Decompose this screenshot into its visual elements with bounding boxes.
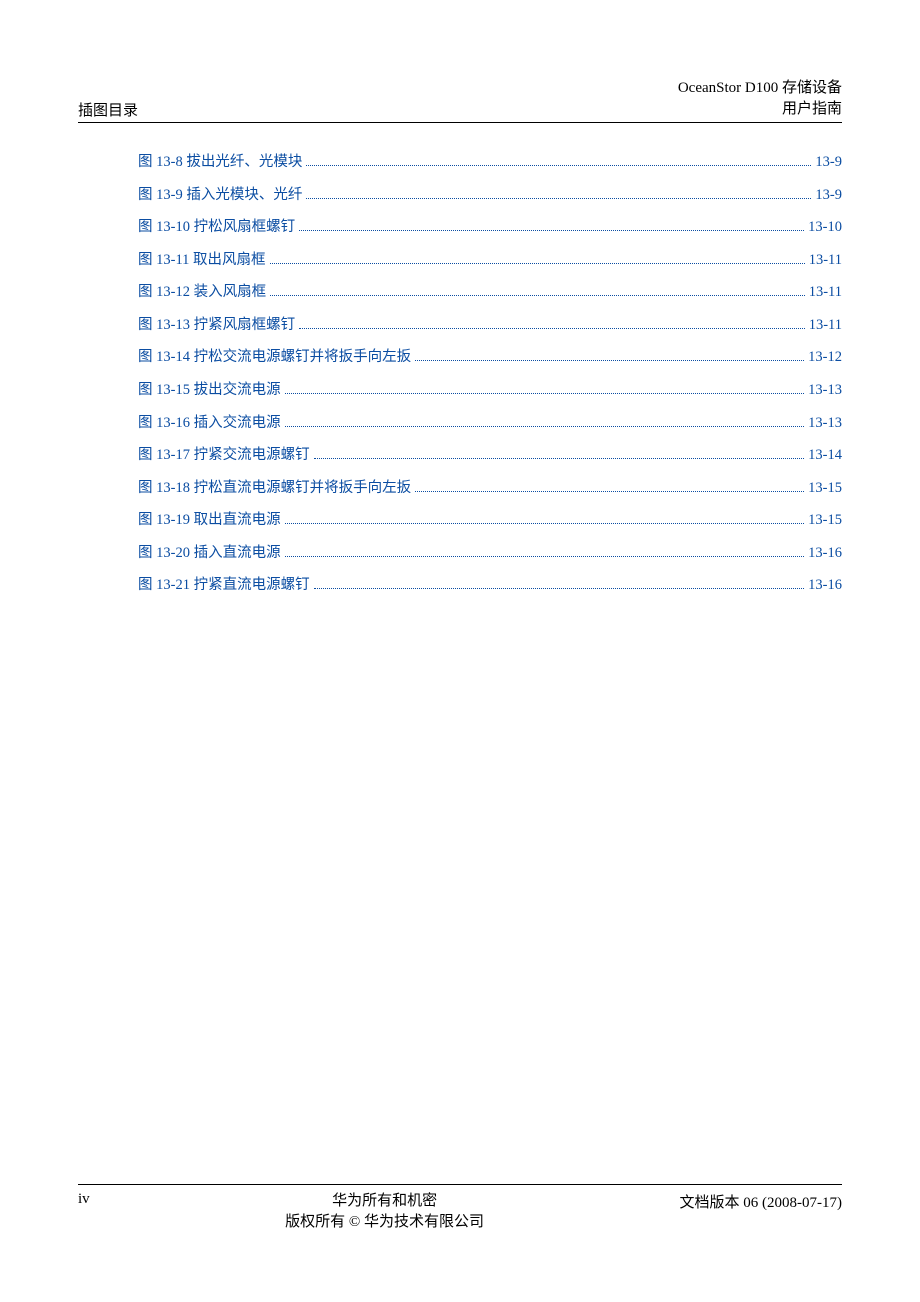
- toc-entry[interactable]: 图 13-17 拧紧交流电源螺钉 13-14: [138, 446, 842, 466]
- toc-page-number: 13-16: [808, 544, 842, 564]
- toc-leader-dots: [306, 198, 811, 199]
- toc-label: 图 13-14 拧松交流电源螺钉并将扳手向左扳: [138, 348, 411, 368]
- toc-label: 图 13-18 拧松直流电源螺钉并将扳手向左扳: [138, 479, 411, 499]
- footer-version: 文档版本 06 (2008-07-17): [680, 1191, 842, 1235]
- toc-page-number: 13-15: [808, 479, 842, 499]
- toc-leader-dots: [285, 556, 805, 557]
- footer-center-line1: 华为所有和机密: [285, 1191, 484, 1213]
- toc-leader-dots: [299, 328, 805, 329]
- toc-page-number: 13-15: [808, 511, 842, 531]
- toc-leader-dots: [270, 263, 805, 264]
- toc-page-number: 13-13: [808, 381, 842, 401]
- figure-toc-list: 图 13-8 拔出光纤、光模块 13-9 图 13-9 插入光模块、光纤 13-…: [78, 153, 842, 596]
- toc-entry[interactable]: 图 13-8 拔出光纤、光模块 13-9: [138, 153, 842, 173]
- toc-entry[interactable]: 图 13-13 拧紧风扇框螺钉 13-11: [138, 316, 842, 336]
- toc-leader-dots: [299, 230, 804, 231]
- toc-label: 图 13-19 取出直流电源: [138, 511, 281, 531]
- toc-page-number: 13-10: [808, 218, 842, 238]
- toc-entry[interactable]: 图 13-11 取出风扇框 13-11: [138, 251, 842, 271]
- toc-entry[interactable]: 图 13-20 插入直流电源 13-16: [138, 544, 842, 564]
- toc-page-number: 13-11: [809, 283, 842, 303]
- toc-label: 图 13-16 插入交流电源: [138, 414, 281, 434]
- toc-label: 图 13-13 拧紧风扇框螺钉: [138, 316, 295, 336]
- toc-page-number: 13-9: [815, 153, 842, 173]
- toc-label: 图 13-11 取出风扇框: [138, 251, 266, 271]
- toc-entry[interactable]: 图 13-19 取出直流电源 13-15: [138, 511, 842, 531]
- toc-page-number: 13-16: [808, 576, 842, 596]
- toc-entry[interactable]: 图 13-21 拧紧直流电源螺钉 13-16: [138, 576, 842, 596]
- toc-label: 图 13-21 拧紧直流电源螺钉: [138, 576, 310, 596]
- toc-page-number: 13-14: [808, 446, 842, 466]
- toc-label: 图 13-12 装入风扇框: [138, 283, 266, 303]
- footer-center-line2: 版权所有 © 华为技术有限公司: [285, 1212, 484, 1234]
- page-header: 插图目录 OceanStor D100 存储设备 用户指南: [78, 78, 842, 123]
- toc-entry[interactable]: 图 13-18 拧松直流电源螺钉并将扳手向左扳 13-15: [138, 479, 842, 499]
- toc-label: 图 13-9 插入光模块、光纤: [138, 186, 302, 206]
- toc-entry[interactable]: 图 13-14 拧松交流电源螺钉并将扳手向左扳 13-12: [138, 348, 842, 368]
- toc-label: 图 13-8 拔出光纤、光模块: [138, 153, 302, 173]
- header-title-line2: 用户指南: [678, 99, 842, 120]
- toc-leader-dots: [415, 491, 804, 492]
- footer-confidential: 华为所有和机密 版权所有 © 华为技术有限公司: [285, 1191, 484, 1235]
- toc-leader-dots: [306, 165, 811, 166]
- toc-label: 图 13-17 拧紧交流电源螺钉: [138, 446, 310, 466]
- toc-leader-dots: [285, 426, 805, 427]
- header-section-title: 插图目录: [78, 99, 138, 120]
- toc-entry[interactable]: 图 13-12 装入风扇框 13-11: [138, 283, 842, 303]
- toc-entry[interactable]: 图 13-15 拔出交流电源 13-13: [138, 381, 842, 401]
- page-footer: iv 华为所有和机密 版权所有 © 华为技术有限公司 文档版本 06 (2008…: [78, 1184, 842, 1235]
- toc-page-number: 13-9: [815, 186, 842, 206]
- toc-page-number: 13-11: [809, 251, 842, 271]
- toc-page-number: 13-11: [809, 316, 842, 336]
- toc-entry[interactable]: 图 13-16 插入交流电源 13-13: [138, 414, 842, 434]
- header-doc-title: OceanStor D100 存储设备 用户指南: [678, 78, 842, 120]
- toc-page-number: 13-13: [808, 414, 842, 434]
- toc-page-number: 13-12: [808, 348, 842, 368]
- toc-leader-dots: [314, 588, 805, 589]
- toc-label: 图 13-20 插入直流电源: [138, 544, 281, 564]
- toc-leader-dots: [285, 393, 805, 394]
- header-title-line1: OceanStor D100 存储设备: [678, 78, 842, 99]
- toc-label: 图 13-15 拔出交流电源: [138, 381, 281, 401]
- document-page: 插图目录 OceanStor D100 存储设备 用户指南 图 13-8 拔出光…: [0, 0, 920, 1302]
- toc-leader-dots: [314, 458, 805, 459]
- toc-entry[interactable]: 图 13-9 插入光模块、光纤 13-9: [138, 186, 842, 206]
- toc-entry[interactable]: 图 13-10 拧松风扇框螺钉 13-10: [138, 218, 842, 238]
- toc-label: 图 13-10 拧松风扇框螺钉: [138, 218, 295, 238]
- footer-page-number: iv: [78, 1191, 90, 1235]
- toc-leader-dots: [415, 360, 804, 361]
- toc-leader-dots: [270, 295, 805, 296]
- toc-leader-dots: [285, 523, 805, 524]
